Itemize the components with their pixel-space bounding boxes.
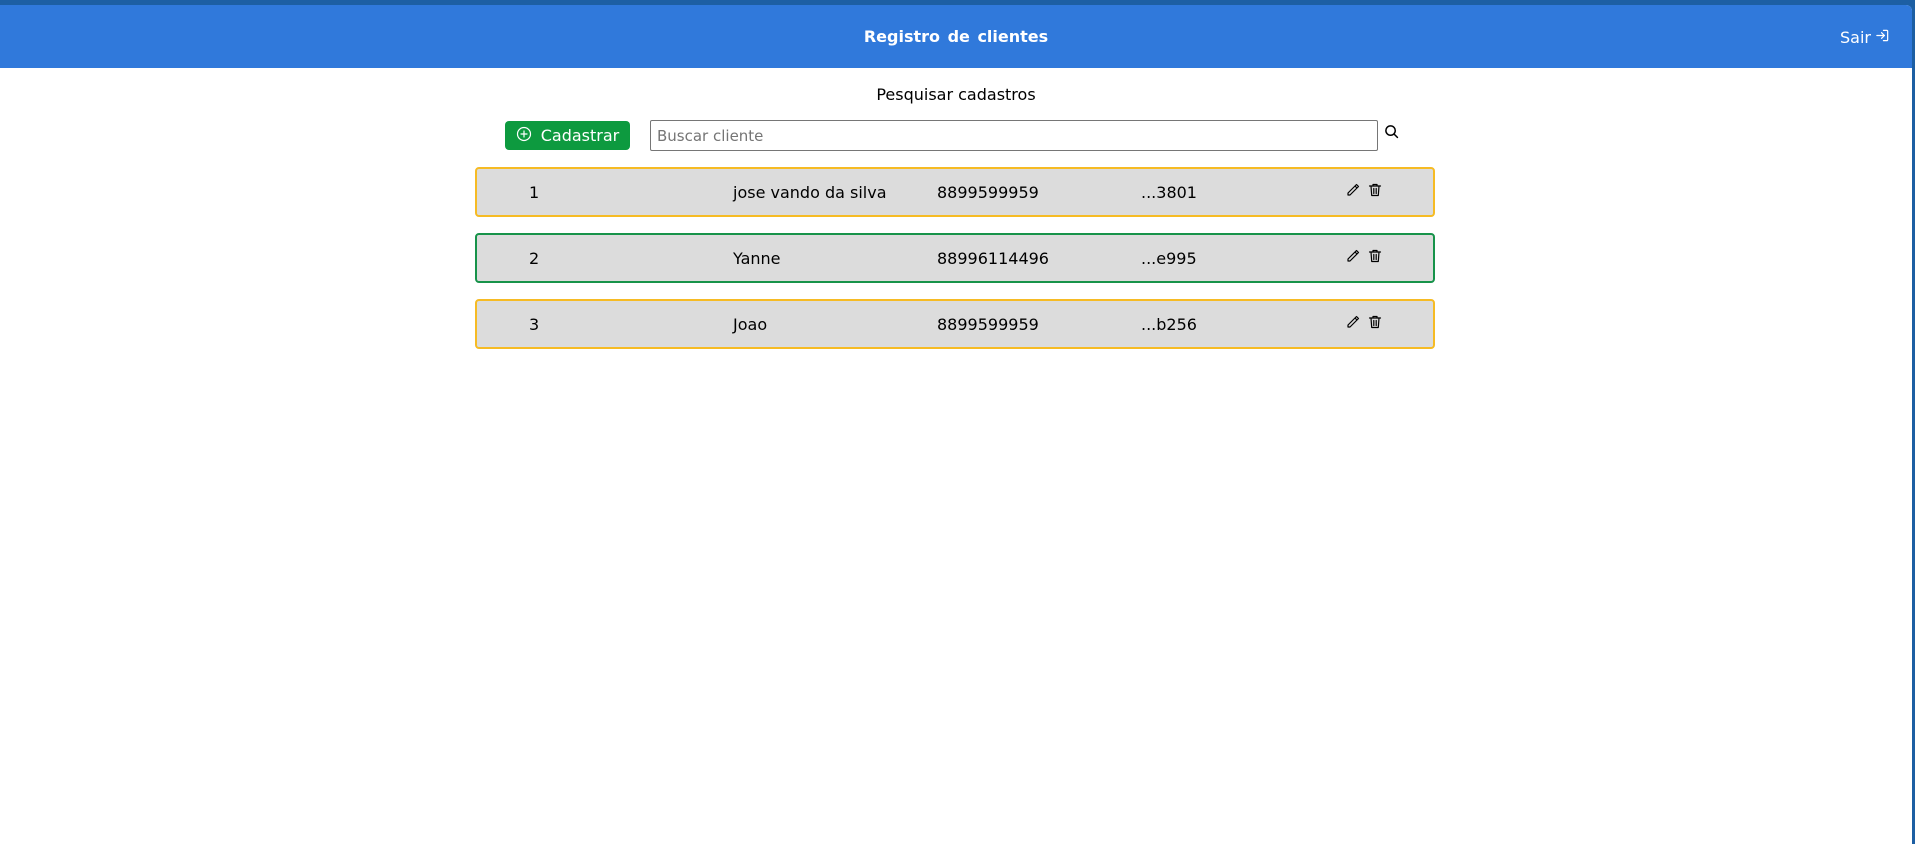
- search-input[interactable]: [650, 120, 1378, 151]
- search-button[interactable]: [1384, 124, 1400, 142]
- search-icon: [1384, 124, 1399, 143]
- client-phone: 88996114496: [937, 249, 1049, 268]
- search-section-title: Pesquisar cadastros: [876, 85, 1036, 104]
- client-code: ...e995: [1141, 249, 1197, 268]
- row-actions: [1345, 247, 1383, 265]
- client-row[interactable]: 2 Yanne 88996114496 ...e995: [475, 233, 1435, 283]
- trash-icon[interactable]: [1367, 181, 1383, 199]
- add-client-label: Cadastrar: [540, 126, 620, 145]
- client-phone: 8899599959: [937, 183, 1039, 202]
- pencil-icon[interactable]: [1345, 181, 1361, 199]
- client-code: ...b256: [1141, 315, 1197, 334]
- pencil-icon[interactable]: [1345, 313, 1361, 331]
- client-list: 1 jose vando da silva 8899599959 ...3801: [475, 167, 1435, 365]
- app-window: Registro de clientes Sair Pesquisar cada…: [0, 5, 1912, 844]
- client-name: jose vando da silva: [733, 183, 887, 202]
- trash-icon[interactable]: [1367, 313, 1383, 331]
- client-phone: 8899599959: [937, 315, 1039, 334]
- app-header: Registro de clientes Sair: [0, 5, 1912, 68]
- client-id: 3: [529, 315, 540, 334]
- client-row[interactable]: 3 Joao 8899599959 ...b256: [475, 299, 1435, 349]
- page-title: Registro de clientes: [863, 27, 1049, 46]
- client-row[interactable]: 1 jose vando da silva 8899599959 ...3801: [475, 167, 1435, 217]
- logout-label: Sair: [1840, 28, 1871, 47]
- pencil-icon[interactable]: [1345, 247, 1361, 265]
- client-id: 2: [529, 249, 540, 268]
- logout-button[interactable]: Sair: [1840, 28, 1890, 47]
- row-actions: [1345, 181, 1383, 199]
- add-client-button[interactable]: Cadastrar: [505, 121, 630, 150]
- plus-circle-icon: [516, 126, 532, 146]
- client-code: ...3801: [1141, 183, 1197, 202]
- row-actions: [1345, 313, 1383, 331]
- client-id: 1: [529, 183, 540, 202]
- trash-icon[interactable]: [1367, 247, 1383, 265]
- logout-icon: [1875, 28, 1890, 47]
- client-name: Yanne: [733, 249, 781, 268]
- client-name: Joao: [733, 315, 768, 334]
